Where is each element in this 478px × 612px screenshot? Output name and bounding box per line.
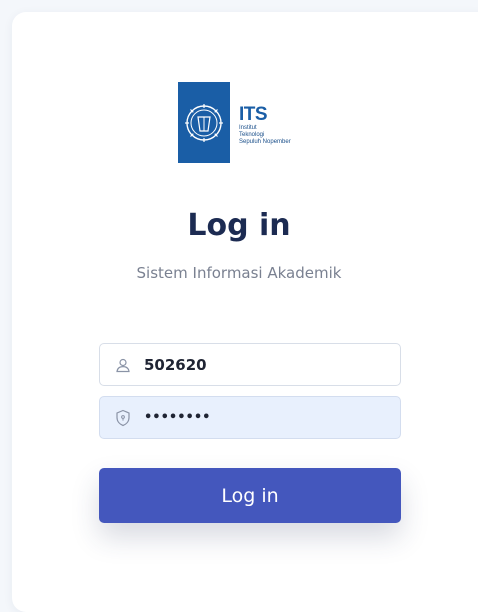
its-emblem-icon xyxy=(178,82,230,163)
password-input[interactable] xyxy=(144,410,384,425)
its-logo-abbr: ITS xyxy=(239,104,268,125)
its-logo-line-3: Sepuluh Nopember xyxy=(239,139,291,145)
login-button[interactable]: Log in xyxy=(99,468,401,523)
its-logo: ITS Institut Teknologi Sepuluh Nopember xyxy=(178,82,312,163)
username-field[interactable] xyxy=(99,343,401,386)
page-title: Log in xyxy=(187,208,291,243)
its-logo-line-2: Teknologi xyxy=(239,132,265,138)
password-field[interactable] xyxy=(99,396,401,439)
username-input[interactable] xyxy=(144,355,384,374)
page-subtitle: Sistem Informasi Akademik xyxy=(136,264,342,282)
its-logo-text: ITS Institut Teknologi Sepuluh Nopember xyxy=(230,82,291,163)
shield-icon xyxy=(114,409,132,427)
its-logo-line-1: Institut xyxy=(239,125,257,131)
user-icon xyxy=(114,356,132,374)
